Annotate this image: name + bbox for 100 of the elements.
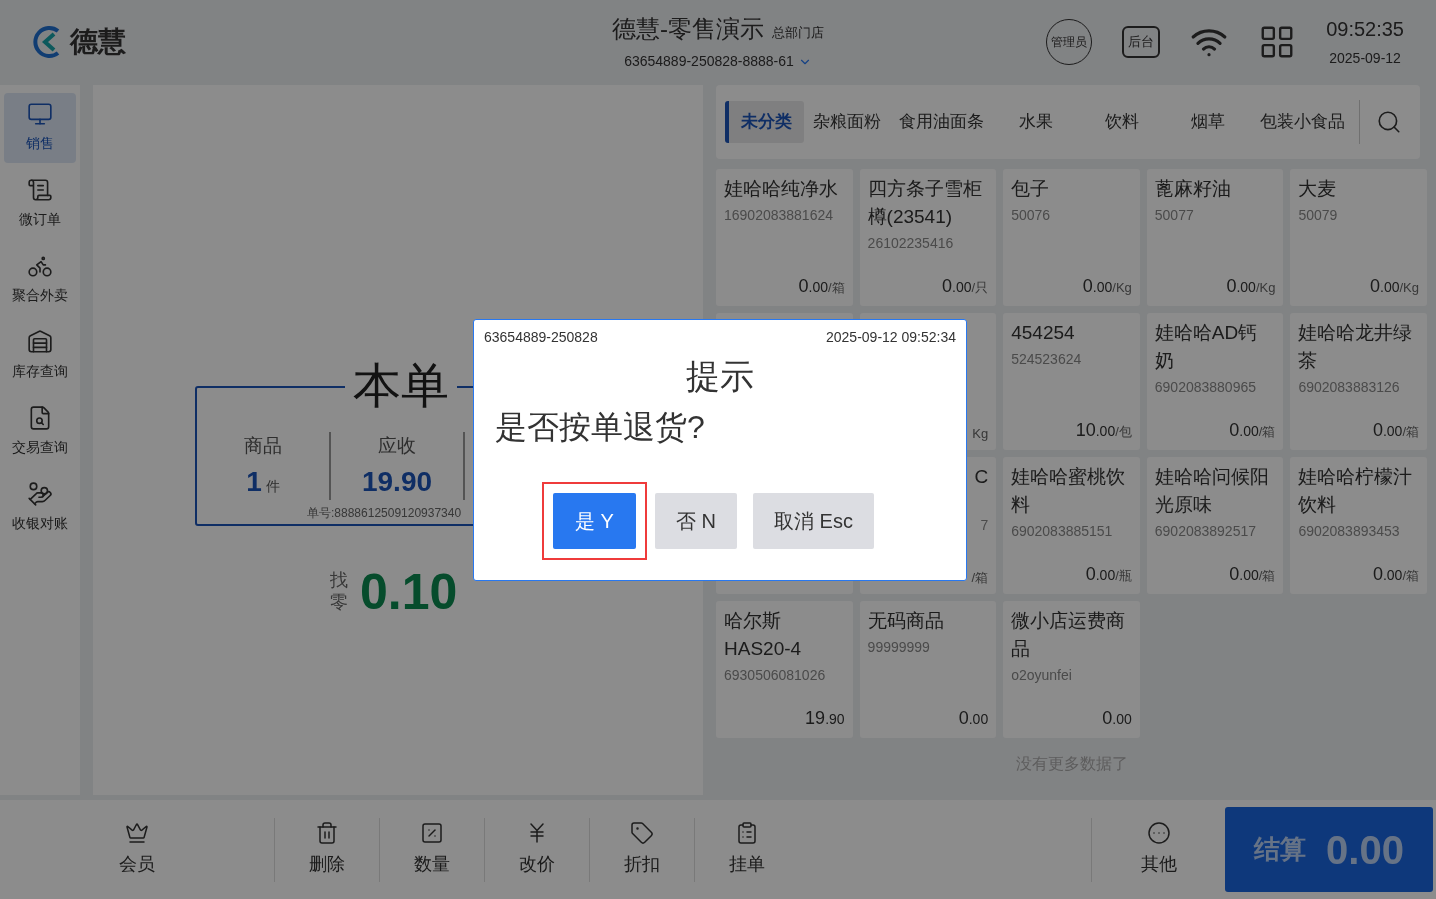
product-card[interactable]: 大麦 50079 0.00/Kg [1290,168,1427,306]
monitor-icon [27,101,53,128]
category-tab[interactable]: 烟草 [1165,100,1251,143]
product-price: 0.00 [1085,562,1116,586]
product-unit: /Kg [1255,278,1276,297]
product-price: 10.00 [1075,418,1116,442]
product-price: 0.00 [942,274,972,298]
clock-time: 09:52:35 [1326,17,1404,43]
product-name: 蓖麻籽油 [1154,176,1232,201]
product-unit: /瓶 [1115,566,1132,585]
category-tab[interactable]: 食用油面条 [890,100,993,143]
coins-hand-icon [27,481,53,508]
product-price: 19.90 [805,706,845,730]
toolbar-button[interactable]: 挂单 [695,800,799,899]
product-price: 0.00 [1370,274,1400,298]
stat-unit: 件 [265,477,280,497]
product-card[interactable]: 微小店运费商品 o2oyunfei 0.00 [1003,600,1140,738]
product-name: 454254 [1011,320,1076,345]
product-code: 16902083881624 [724,205,834,225]
product-price: 0.00 [1372,562,1403,586]
product-card[interactable]: 娃哈哈AD钙奶 6902083880965 0.00/箱 [1146,312,1284,450]
category-tab[interactable]: 饮料 [1079,100,1165,143]
sidebar-item[interactable]: 销售 [4,92,76,163]
product-code: 6902083880965 [1154,377,1258,397]
product-price: 0.00 [1229,562,1259,586]
stat-label: 商品 [244,433,282,458]
product-card[interactable]: 454254 524523624 10.00/包 [1003,312,1140,450]
product-name: 哈尔斯 HAS20-4 [724,608,803,661]
sidebar-item[interactable]: 微订单 [4,168,76,239]
dialog-button[interactable]: 取消 Esc [753,493,874,549]
sidebar-item[interactable]: 聚合外卖 [4,244,76,315]
product-card[interactable]: 蓖麻籽油 50077 0.00/Kg [1146,168,1284,306]
product-card[interactable]: 娃哈哈柠檬汁饮料 6902083893453 0.00/箱 [1290,456,1427,594]
product-unit: /箱 [1258,422,1276,441]
dialog-message: 是否按单退货? [494,408,706,447]
product-price: 0.00 [958,706,989,730]
product-code: 6930506081026 [724,665,827,685]
more-icon [1146,821,1171,845]
product-name: 娃哈哈问候阳光原味 [1154,464,1270,517]
toolbar-button[interactable]: 数量 [380,800,484,899]
product-name: 娃哈哈龙井绿茶 [1298,320,1414,373]
product-name: 娃哈哈纯净水 [724,176,839,201]
product-card[interactable]: 娃哈哈问候阳光原味 6902083892517 0.00/箱 [1146,456,1284,594]
product-card[interactable]: 娃哈哈纯净水 16902083881624 0.00/箱 [716,168,853,306]
dialog-title: 提示 [686,356,754,397]
stat-value: 1 [246,465,262,500]
product-code: 524523624 [1011,349,1083,369]
toolbar-button[interactable]: 改价 [485,800,589,899]
category-tab[interactable]: 包装小食品 [1251,100,1354,143]
dialog-button[interactable]: 否 N [655,493,737,549]
product-unit: /包 [1115,422,1132,441]
product-card[interactable]: 娃哈哈蜜桃饮料 6902083885151 0.00/瓶 [1003,456,1140,594]
tag-icon [630,821,654,845]
product-code: 6902083883126 [1298,377,1401,397]
product-unit: /箱 [1402,422,1419,441]
product-unit: Kg [972,425,989,444]
product-code: 6902083885151 [1011,521,1114,541]
change-label: 找零 [330,570,348,614]
product-unit: /箱 [1402,566,1419,585]
product-price: 0.00 [1102,706,1132,730]
dialog-button[interactable]: 是 Y [553,493,636,549]
product-price: 0.00 [1229,418,1259,442]
product-price: 0.00 [1226,274,1256,298]
product-name: 娃哈哈蜜桃饮料 [1011,464,1127,517]
dialog-terminal: 63654889-250828 [484,328,598,347]
product-code: 6902083893453 [1298,521,1401,541]
category-tab[interactable]: 杂粮面粉 [804,100,890,143]
toolbar-button[interactable]: 删除 [275,800,379,899]
product-card[interactable]: 四方条子雪柜樽(23541) 26102235416 0.00/只 [859,168,997,306]
stat-value: 19.90 [361,465,433,500]
product-card[interactable]: 哈尔斯 HAS20-4 6930506081026 19.90 [716,600,853,738]
product-unit: /只 [971,278,989,297]
sidebar-item[interactable]: 交易查询 [4,396,76,467]
logo-text: 德慧 [70,24,126,59]
product-name: 娃哈哈AD钙奶 [1154,320,1259,373]
product-code: 50077 [1154,205,1195,225]
product-name: 微小店运费商品 [1011,608,1127,661]
category-tab[interactable]: 未分类 [725,100,804,143]
product-code: 6902083892517 [1154,521,1258,541]
product-unit: /Kg [1112,278,1132,297]
product-name: 四方条子雪柜樽(23541) [867,176,983,229]
product-card[interactable]: 无码商品 99999999 0.00 [859,600,997,738]
app-title: 德慧-零售演示 [612,14,764,45]
dialog-timestamp: 2025-09-12 09:52:34 [826,328,956,347]
product-price: 0.00 [1082,274,1113,298]
sidebar-item[interactable]: 库存查询 [4,320,76,391]
toolbar-button[interactable]: 会员 [85,800,189,899]
backend-button[interactable]: 后台 [1122,25,1161,58]
sidebar-item[interactable]: 收银对账 [4,472,76,543]
product-name: 娃哈哈柠檬汁饮料 [1298,464,1414,517]
product-card[interactable]: 娃哈哈龙井绿茶 6902083883126 0.00/箱 [1290,312,1427,450]
toolbar-button[interactable]: 其他 [1106,800,1211,899]
warehouse-icon [27,329,53,356]
terminal-selector[interactable]: 63654889-250828-8888-61 [624,51,812,73]
list-icon [27,177,53,204]
product-card[interactable]: 包子 50076 0.00/Kg [1003,168,1140,306]
category-tab[interactable]: 水果 [993,100,1079,143]
toolbar-button[interactable]: 折扣 [590,800,694,899]
order-number: 单号:8888612509120937340 [307,504,462,522]
product-code: 99999999 [867,637,931,657]
